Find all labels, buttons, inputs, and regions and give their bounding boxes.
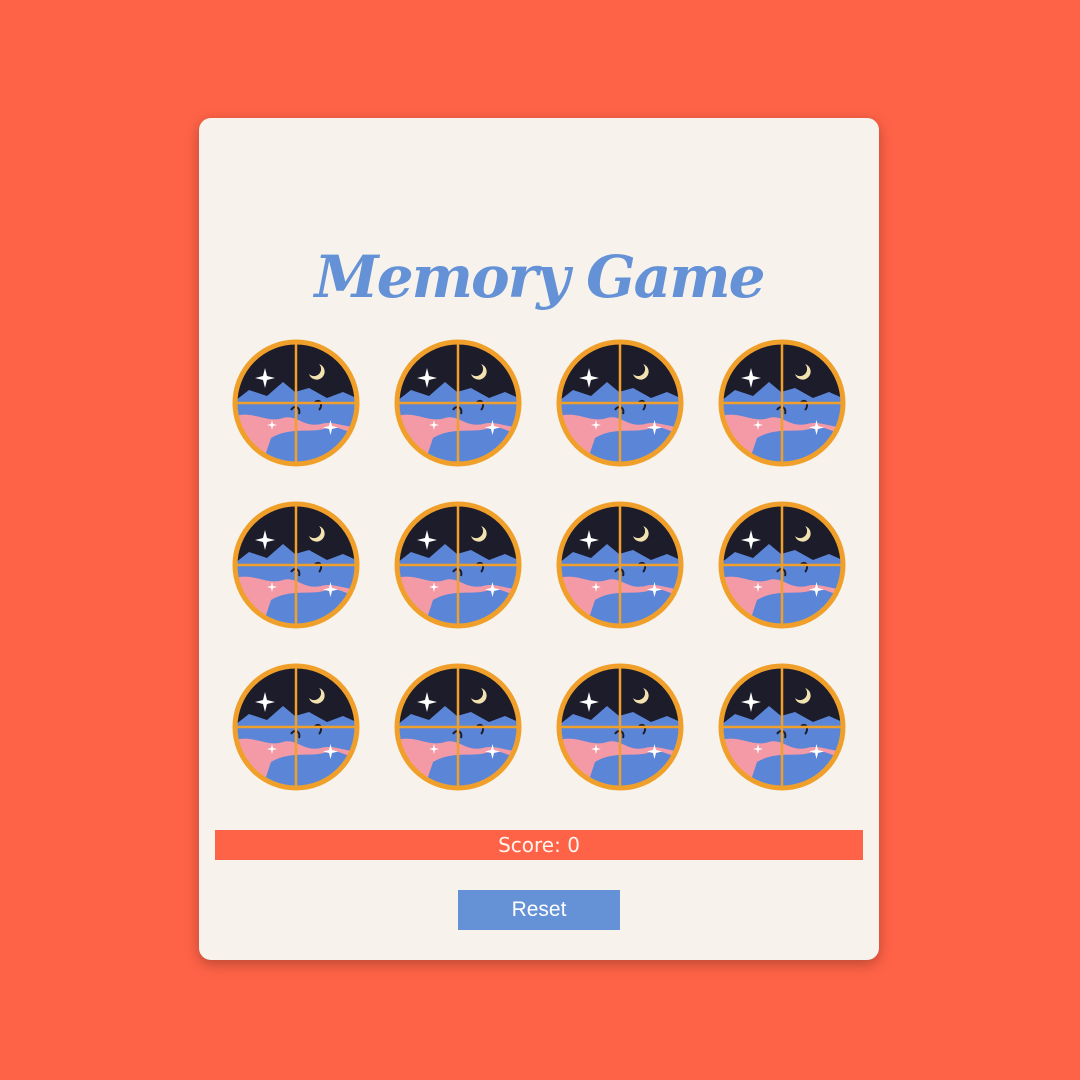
night-window-card-back-icon — [231, 500, 361, 630]
memory-tile[interactable] — [555, 338, 685, 468]
night-window-card-back-icon — [555, 500, 685, 630]
night-window-card-back-icon — [555, 662, 685, 792]
memory-tile[interactable] — [717, 500, 847, 630]
memory-tile[interactable] — [393, 500, 523, 630]
night-window-card-back-icon — [717, 500, 847, 630]
game-card: Memory Game Score: 0 Reset — [199, 118, 879, 960]
memory-tile[interactable] — [231, 500, 361, 630]
memory-tile[interactable] — [555, 662, 685, 792]
memory-tile[interactable] — [717, 338, 847, 468]
night-window-card-back-icon — [231, 662, 361, 792]
night-window-card-back-icon — [231, 338, 361, 468]
score-display: Score: 0 — [215, 830, 863, 860]
night-window-card-back-icon — [393, 662, 523, 792]
memory-tile[interactable] — [717, 662, 847, 792]
night-window-card-back-icon — [555, 338, 685, 468]
night-window-card-back-icon — [393, 338, 523, 468]
memory-tile[interactable] — [231, 338, 361, 468]
memory-tile[interactable] — [393, 662, 523, 792]
night-window-card-back-icon — [717, 662, 847, 792]
memory-tile[interactable] — [393, 338, 523, 468]
reset-button[interactable]: Reset — [458, 890, 620, 930]
night-window-card-back-icon — [393, 500, 523, 630]
memory-tile[interactable] — [231, 662, 361, 792]
memory-tile[interactable] — [555, 500, 685, 630]
night-window-card-back-icon — [717, 338, 847, 468]
